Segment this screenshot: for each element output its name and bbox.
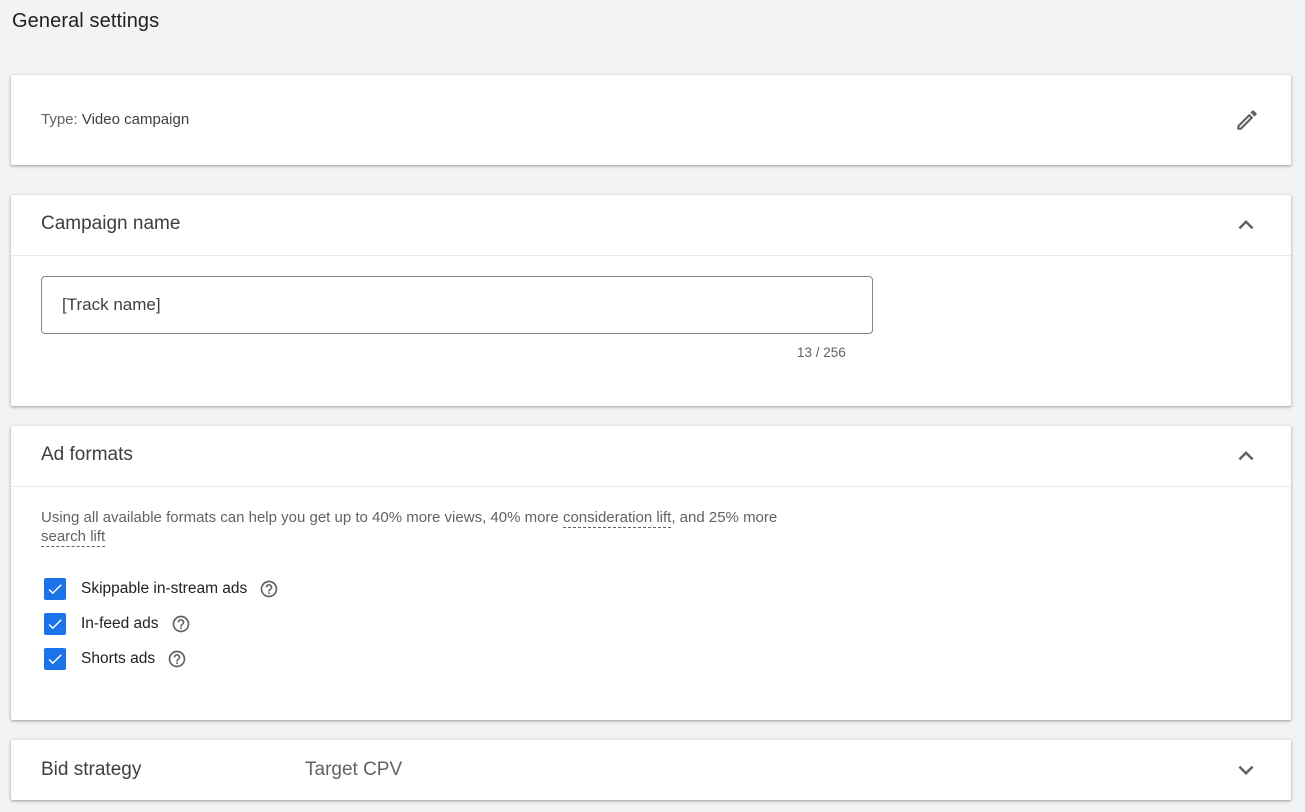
- ad-formats-title: Ad formats: [41, 444, 133, 465]
- chevron-up-icon: [1238, 220, 1254, 230]
- help-icon[interactable]: [171, 614, 191, 634]
- campaign-type-label: Type:: [41, 111, 78, 128]
- checkmark-icon: [48, 654, 62, 665]
- page-title: General settings: [12, 10, 160, 32]
- checkmark-icon: [48, 619, 62, 630]
- bid-strategy-value: Target CPV: [305, 759, 403, 780]
- shorts-label: Shorts ads: [81, 650, 156, 667]
- ad-formats-description: Using all available formats can help you…: [41, 508, 841, 547]
- edit-type-button[interactable]: [1231, 104, 1263, 136]
- help-icon[interactable]: [259, 579, 279, 599]
- expand-bid-strategy-button[interactable]: [1230, 754, 1262, 786]
- campaign-type-value: Video campaign: [81, 111, 190, 128]
- skippable-in-stream-checkbox[interactable]: [44, 578, 66, 600]
- format-option-in-feed: In-feed ads: [44, 611, 191, 637]
- format-option-skippable: Skippable in-stream ads: [44, 576, 279, 602]
- collapse-campaign-name-button[interactable]: [1230, 209, 1262, 241]
- campaign-name-input[interactable]: [41, 276, 873, 334]
- bid-strategy-card[interactable]: Bid strategy Target CPV: [11, 740, 1291, 800]
- campaign-name-card: Campaign name 13 / 256: [11, 195, 1291, 406]
- campaign-type-card: Type: Video campaign: [11, 75, 1291, 165]
- skippable-in-stream-label: Skippable in-stream ads: [81, 580, 248, 597]
- ad-formats-header[interactable]: Ad formats: [11, 426, 1291, 487]
- chevron-up-icon: [1238, 451, 1254, 461]
- campaign-name-header[interactable]: Campaign name: [11, 195, 1291, 256]
- in-feed-label: In-feed ads: [81, 615, 159, 632]
- checkmark-icon: [48, 584, 62, 595]
- collapse-ad-formats-button[interactable]: [1230, 440, 1262, 472]
- campaign-name-title: Campaign name: [41, 213, 181, 234]
- description-text-middle: , and 25% more: [671, 509, 778, 526]
- chevron-down-icon: [1238, 765, 1254, 775]
- in-feed-checkbox[interactable]: [44, 613, 66, 635]
- format-option-shorts: Shorts ads: [44, 646, 187, 672]
- pencil-icon: [1237, 110, 1257, 130]
- description-text-start: Using all available formats can help you…: [41, 509, 563, 526]
- shorts-checkbox[interactable]: [44, 648, 66, 670]
- help-icon[interactable]: [167, 649, 187, 669]
- search-lift-link[interactable]: search lift: [41, 528, 106, 547]
- campaign-type-text: Type: Video campaign: [41, 111, 189, 128]
- ad-formats-card: Ad formats Using all available formats c…: [11, 426, 1291, 720]
- character-count: 13 / 256: [797, 345, 846, 360]
- bid-strategy-title: Bid strategy: [41, 759, 142, 780]
- consideration-lift-link[interactable]: consideration lift: [562, 509, 672, 528]
